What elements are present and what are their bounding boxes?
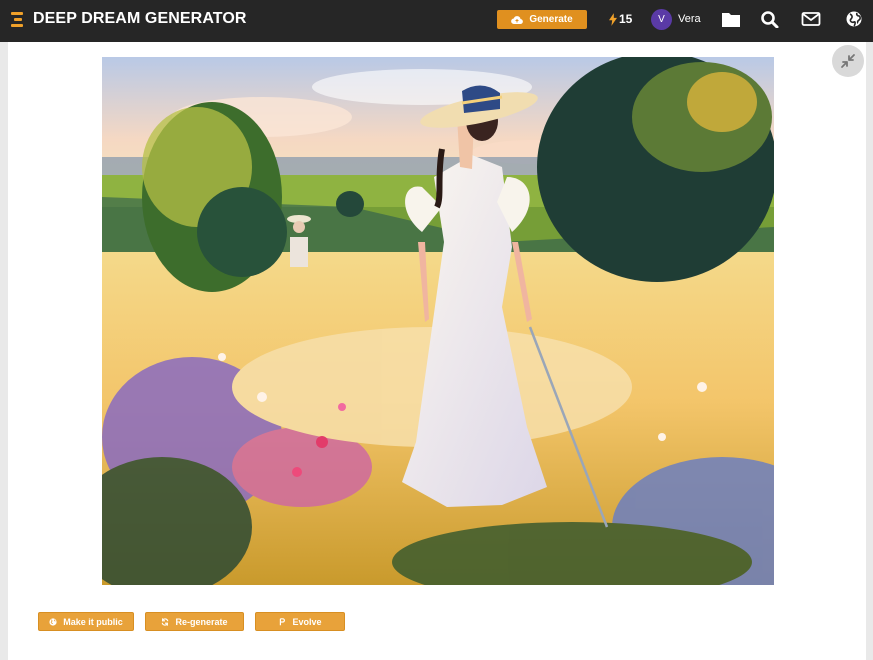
evolve-button[interactable]: Evolve — [255, 612, 345, 631]
compress-arrows-icon — [841, 54, 855, 68]
evolve-icon — [280, 617, 286, 625]
menu-icon[interactable] — [11, 12, 23, 28]
artwork-painting — [102, 57, 774, 585]
regenerate-label: Re-generate — [175, 616, 228, 627]
folder-icon[interactable] — [721, 10, 741, 28]
refresh-icon — [162, 617, 169, 626]
energy-counter[interactable]: 15 — [609, 12, 632, 26]
search-icon[interactable] — [760, 10, 780, 28]
generate-button[interactable]: Generate — [497, 10, 587, 29]
brand-title[interactable]: DEEP DREAM GENERATOR — [33, 10, 247, 28]
generate-label: Generate — [529, 14, 573, 25]
make-public-label: Make it public — [63, 616, 123, 627]
collapse-button[interactable] — [832, 45, 864, 77]
cloud-upload-icon — [511, 15, 524, 24]
globe-icon — [49, 617, 57, 626]
username[interactable]: Vera — [678, 13, 701, 25]
evolve-label: Evolve — [292, 616, 322, 627]
globe-icon[interactable] — [844, 10, 864, 28]
energy-value: 15 — [619, 12, 633, 26]
top-navbar: DEEP DREAM GENERATOR Generate 15 V Vera — [0, 0, 873, 42]
generated-artwork[interactable] — [102, 57, 774, 585]
avatar[interactable]: V — [651, 9, 672, 30]
mail-icon[interactable] — [801, 10, 821, 28]
regenerate-button[interactable]: Re-generate — [145, 612, 244, 631]
make-public-button[interactable]: Make it public — [38, 612, 134, 631]
lightning-icon — [609, 12, 617, 26]
